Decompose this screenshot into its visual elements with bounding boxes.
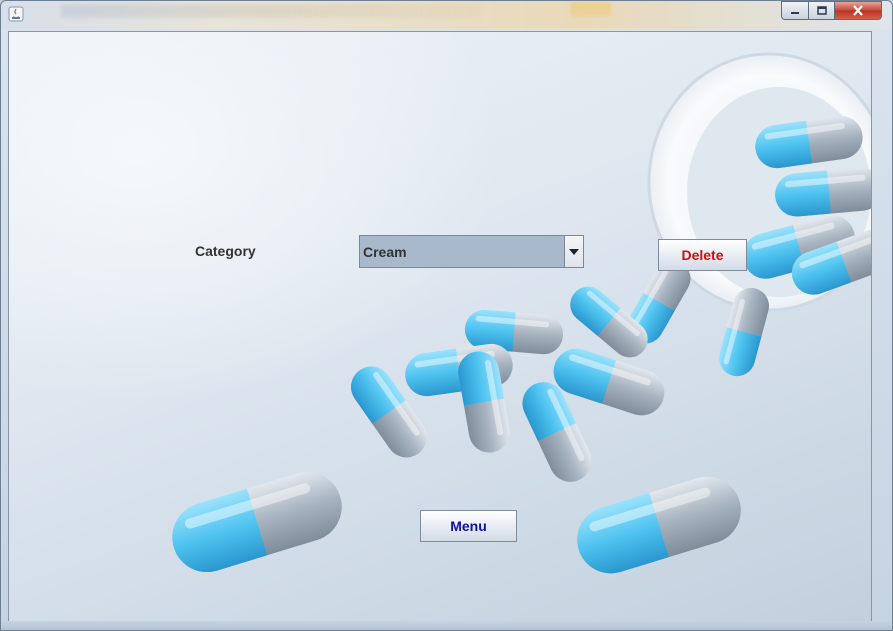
window-frame-bottom — [1, 621, 892, 630]
category-select-value: Cream — [363, 244, 407, 260]
minimize-button[interactable] — [781, 1, 809, 20]
close-button[interactable] — [834, 1, 882, 20]
close-icon — [853, 5, 863, 16]
content-panel: Category Cream Delete Menu — [8, 31, 872, 623]
maximize-button[interactable] — [808, 1, 835, 20]
minimize-icon — [791, 11, 799, 14]
title-bar[interactable] — [1, 1, 892, 29]
menu-button[interactable]: Menu — [420, 510, 517, 542]
blurred-title-area — [571, 2, 611, 16]
dropdown-button[interactable] — [564, 236, 583, 267]
blurred-title-area — [61, 4, 481, 18]
delete-button[interactable]: Delete — [658, 239, 747, 271]
app-window: Category Cream Delete Menu — [0, 0, 893, 631]
maximize-icon — [816, 5, 827, 15]
java-app-icon[interactable] — [8, 6, 24, 22]
chevron-down-icon — [569, 248, 579, 255]
category-label: Category — [195, 243, 256, 259]
category-select[interactable]: Cream — [359, 235, 584, 268]
